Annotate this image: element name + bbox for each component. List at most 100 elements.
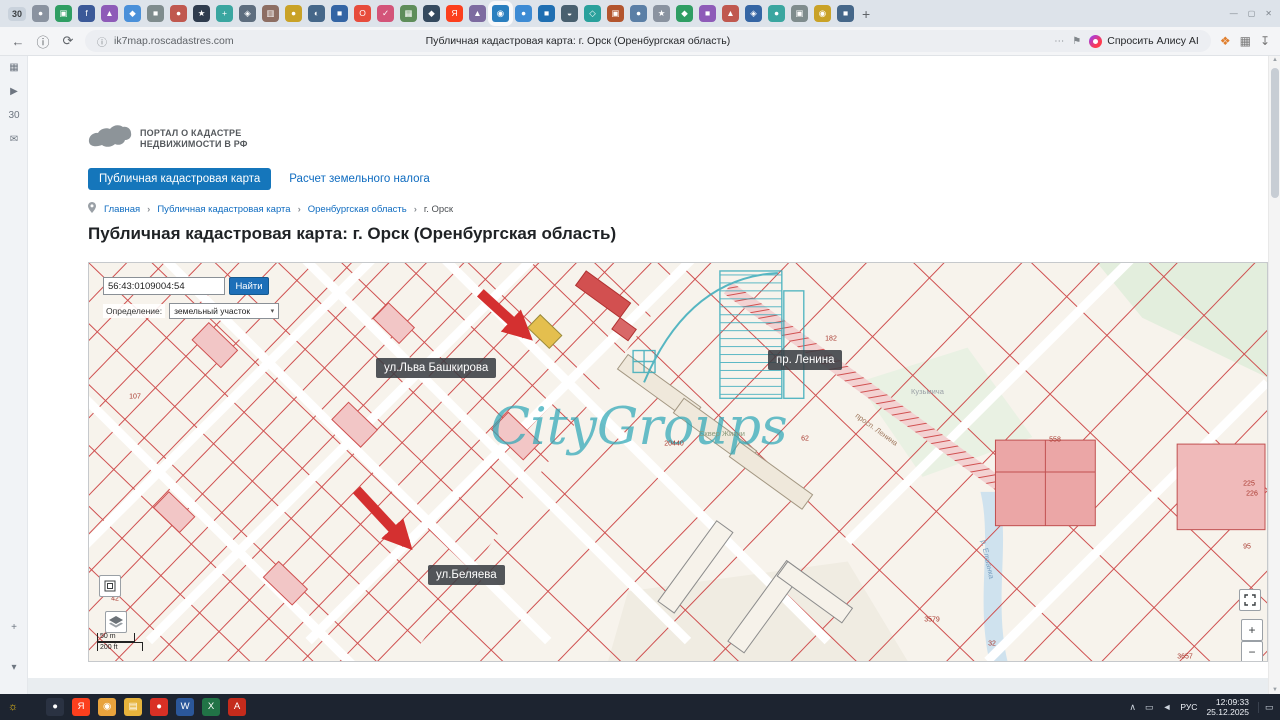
browser-tab[interactable]: ■ (699, 5, 716, 22)
scroll-up-icon[interactable]: ▲ (1269, 57, 1280, 63)
window-control-button[interactable]: ▢ (1248, 9, 1256, 18)
browser-tab[interactable]: ▥ (262, 5, 279, 22)
browser-tab[interactable]: ◉ (814, 5, 831, 22)
browser-tab[interactable]: ▲ (101, 5, 118, 22)
browser-tab[interactable]: ■ (331, 5, 348, 22)
side-panel-icon[interactable]: 30 (0, 110, 28, 121)
side-panel-icon[interactable]: + (0, 622, 28, 633)
browser-tab[interactable]: ● (285, 5, 302, 22)
browser-tab[interactable]: ◈ (239, 5, 256, 22)
map-view-button[interactable] (99, 575, 121, 597)
browser-tab[interactable]: ● (170, 5, 187, 22)
browser-tab[interactable]: ◈ (745, 5, 762, 22)
browser-tab[interactable]: ● (32, 5, 49, 22)
tiles-icon[interactable]: ▦ (1240, 34, 1251, 48)
side-panel-icon[interactable]: ▶ (0, 86, 28, 97)
tab-favicon-icon: ◈ (244, 9, 251, 18)
breadcrumb-item[interactable]: г. Орск (407, 204, 453, 215)
tab-land-tax[interactable]: Расчет земельного налога (289, 173, 430, 185)
notifications-icon[interactable]: ▭ (1258, 702, 1272, 713)
tab-favicon-icon: ★ (658, 9, 666, 18)
browser-tab[interactable]: ■ (147, 5, 164, 22)
language-indicator[interactable]: РУС (1180, 702, 1197, 712)
tab-favicon-icon: ▣ (796, 9, 804, 18)
window-control-button[interactable]: ✕ (1265, 9, 1272, 18)
browser-tab[interactable]: ▲ (722, 5, 739, 22)
side-panel-icon[interactable]: ✉ (0, 134, 28, 145)
scroll-down-icon[interactable]: ▼ (1269, 687, 1280, 693)
taskbar-app-icon[interactable]: X (202, 698, 220, 716)
scrollbar-thumb[interactable] (1271, 68, 1279, 198)
browser-tab[interactable]: ▲ (469, 5, 486, 22)
scale-meters: 50 m (97, 633, 135, 642)
side-panel-icon[interactable]: ▦ (0, 62, 28, 73)
extension-icon[interactable]: ❖ (1220, 34, 1231, 48)
layers-button[interactable] (105, 611, 127, 633)
map-canvas[interactable]: CityGroups (89, 263, 1267, 661)
browser-tab[interactable]: ◒ (561, 5, 578, 22)
browser-tab[interactable]: ■ (837, 5, 854, 22)
tray-icon[interactable]: ◄ (1163, 702, 1172, 713)
breadcrumb-item[interactable]: Оренбургская область (291, 204, 407, 215)
browser-tab[interactable]: ● (630, 5, 647, 22)
taskbar-tray: ∧ ▭ ◄ РУС 12:09:33 25.12.2025 ▭ (1129, 697, 1272, 717)
browser-tab[interactable]: ◆ (124, 5, 141, 22)
browser-tab[interactable]: ● (768, 5, 785, 22)
browser-tab[interactable]: ◆ (423, 5, 440, 22)
browser-tab[interactable]: ◐ (308, 5, 325, 22)
browser-tab[interactable]: Я (446, 5, 463, 22)
browser-tab[interactable]: ● (515, 5, 532, 22)
browser-tab[interactable]: f (78, 5, 95, 22)
side-panel-icon[interactable]: ▾ (0, 662, 28, 673)
new-tab-button[interactable]: + (862, 6, 870, 22)
reload-icon[interactable]: ⟳ (60, 33, 76, 49)
breadcrumb-item[interactable]: Публичная кадастровая карта (140, 204, 290, 215)
taskbar-app-icon[interactable]: A (228, 698, 246, 716)
taskbar-app-icon[interactable]: Я (72, 698, 90, 716)
browser-tab[interactable]: ◉ (492, 5, 509, 22)
browser-tab[interactable]: ▦ (400, 5, 417, 22)
browser-tab[interactable]: ★ (193, 5, 210, 22)
browser-tab[interactable]: ◆ (676, 5, 693, 22)
clock[interactable]: 12:09:33 25.12.2025 (1206, 697, 1249, 717)
browser-tab[interactable]: ▣ (791, 5, 808, 22)
taskbar-app-icon[interactable]: ▤ (124, 698, 142, 716)
site-info-icon[interactable]: ⓘ (35, 32, 51, 51)
browser-tab[interactable]: О (354, 5, 371, 22)
download-icon[interactable]: ↧ (1260, 34, 1270, 48)
find-button[interactable]: Найти (229, 277, 269, 295)
tab-favicon-icon: ◉ (819, 9, 826, 18)
cadastral-search-input[interactable] (103, 277, 225, 295)
browser-tab[interactable]: ▣ (607, 5, 624, 22)
back-icon[interactable]: ← (10, 34, 26, 49)
tab-favicon-icon: ● (521, 9, 526, 18)
breadcrumb-item[interactable]: Главная (104, 204, 140, 215)
browser-tab[interactable]: ★ (653, 5, 670, 22)
bookmark-icon[interactable]: ⚑ (1072, 36, 1081, 47)
ask-alice-button[interactable]: Спросить Алису AI (1089, 35, 1199, 48)
taskbar-app-icon[interactable]: ◉ (98, 698, 116, 716)
fullscreen-button[interactable] (1239, 589, 1261, 611)
page-scrollbar[interactable]: ▲ ▼ (1268, 56, 1280, 694)
browser-tab[interactable]: ◇ (584, 5, 601, 22)
taskbar-app-icon[interactable]: W (176, 698, 194, 716)
tab-public-map[interactable]: Публичная кадастровая карта (88, 168, 271, 190)
zoom-out-button[interactable]: − (1241, 641, 1263, 662)
object-type-select[interactable]: земельный участок (169, 303, 279, 319)
browser-tab[interactable]: + (216, 5, 233, 22)
tray-icon[interactable]: ∧ (1129, 702, 1136, 713)
tray-icon[interactable]: ▭ (1145, 702, 1154, 713)
more-icon[interactable]: ⋯ (1054, 36, 1064, 47)
browser-tab[interactable]: ✓ (377, 5, 394, 22)
window-control-button[interactable]: — (1230, 9, 1238, 18)
zoom-in-button[interactable]: + (1241, 619, 1263, 641)
browser-tab[interactable]: ■ (538, 5, 555, 22)
tab-counter-badge[interactable]: 30 (8, 7, 26, 21)
address-bar[interactable]: ⓘ ik7map.roscadastres.com Публичная када… (85, 30, 1211, 52)
cadastral-map: CityGroups 20440621825582252263579365795… (88, 262, 1268, 662)
filter-label: Определение: (103, 304, 165, 318)
taskbar-app-icon[interactable]: ● (150, 698, 168, 716)
weather-icon[interactable]: ☼ (8, 701, 18, 713)
browser-tab[interactable]: ▣ (55, 5, 72, 22)
taskbar-app-icon[interactable]: ● (46, 698, 64, 716)
